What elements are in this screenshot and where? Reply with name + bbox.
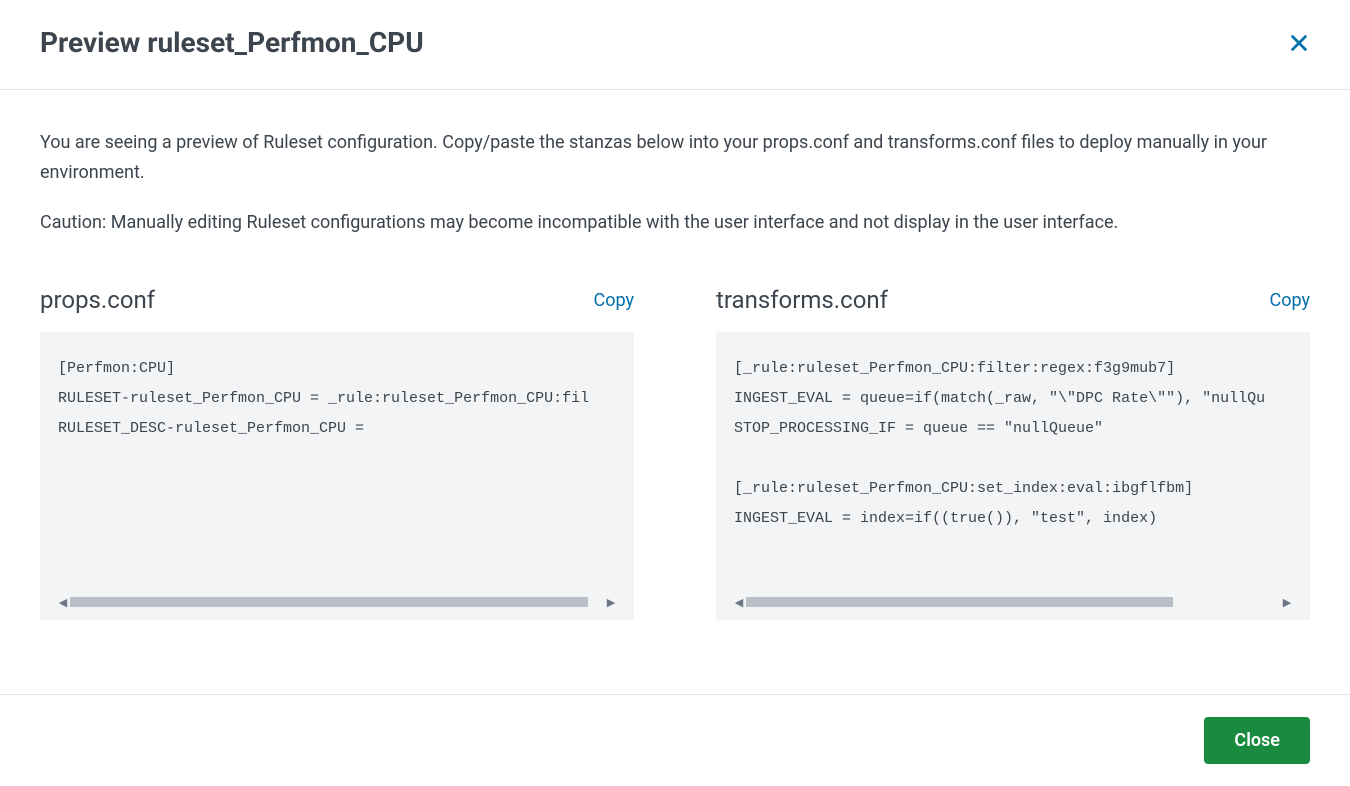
props-title: props.conf xyxy=(40,286,155,314)
transforms-panel-header: transforms.conf Copy xyxy=(716,286,1310,314)
scrollbar-thumb[interactable] xyxy=(70,597,588,607)
scroll-left-icon[interactable]: ◀ xyxy=(58,597,68,607)
props-code-block: [Perfmon:CPU] RULESET-ruleset_Perfmon_CP… xyxy=(40,332,634,620)
horizontal-scrollbar[interactable]: ◀ ▶ xyxy=(734,594,1292,610)
transforms-code-block: [_rule:ruleset_Perfmon_CPU:filter:regex:… xyxy=(716,332,1310,620)
horizontal-scrollbar[interactable]: ◀ ▶ xyxy=(58,594,616,610)
caution-text: Caution: Manually editing Ruleset config… xyxy=(40,209,1310,238)
preview-modal: Preview ruleset_Perfmon_CPU You are seei… xyxy=(0,0,1350,786)
close-button[interactable]: Close xyxy=(1204,717,1310,764)
transforms-code-content[interactable]: [_rule:ruleset_Perfmon_CPU:filter:regex:… xyxy=(734,354,1292,590)
props-code-content[interactable]: [Perfmon:CPU] RULESET-ruleset_Perfmon_CP… xyxy=(58,354,616,590)
props-panel-header: props.conf Copy xyxy=(40,286,634,314)
config-panels: props.conf Copy [Perfmon:CPU] RULESET-ru… xyxy=(40,286,1310,620)
transforms-title: transforms.conf xyxy=(716,286,888,314)
copy-transforms-button[interactable]: Copy xyxy=(1269,290,1310,311)
modal-footer: Close xyxy=(0,694,1350,786)
scroll-right-icon[interactable]: ▶ xyxy=(606,597,616,607)
close-icon[interactable] xyxy=(1288,32,1310,54)
modal-body: You are seeing a preview of Ruleset conf… xyxy=(0,90,1350,694)
copy-props-button[interactable]: Copy xyxy=(593,290,634,311)
modal-title: Preview ruleset_Perfmon_CPU xyxy=(40,26,424,59)
props-panel: props.conf Copy [Perfmon:CPU] RULESET-ru… xyxy=(40,286,634,620)
scrollbar-thumb[interactable] xyxy=(746,597,1173,607)
scroll-left-icon[interactable]: ◀ xyxy=(734,597,744,607)
scroll-right-icon[interactable]: ▶ xyxy=(1282,597,1292,607)
description-text: You are seeing a preview of Ruleset conf… xyxy=(40,128,1310,187)
modal-header: Preview ruleset_Perfmon_CPU xyxy=(0,0,1350,90)
transforms-panel: transforms.conf Copy [_rule:ruleset_Perf… xyxy=(716,286,1310,620)
